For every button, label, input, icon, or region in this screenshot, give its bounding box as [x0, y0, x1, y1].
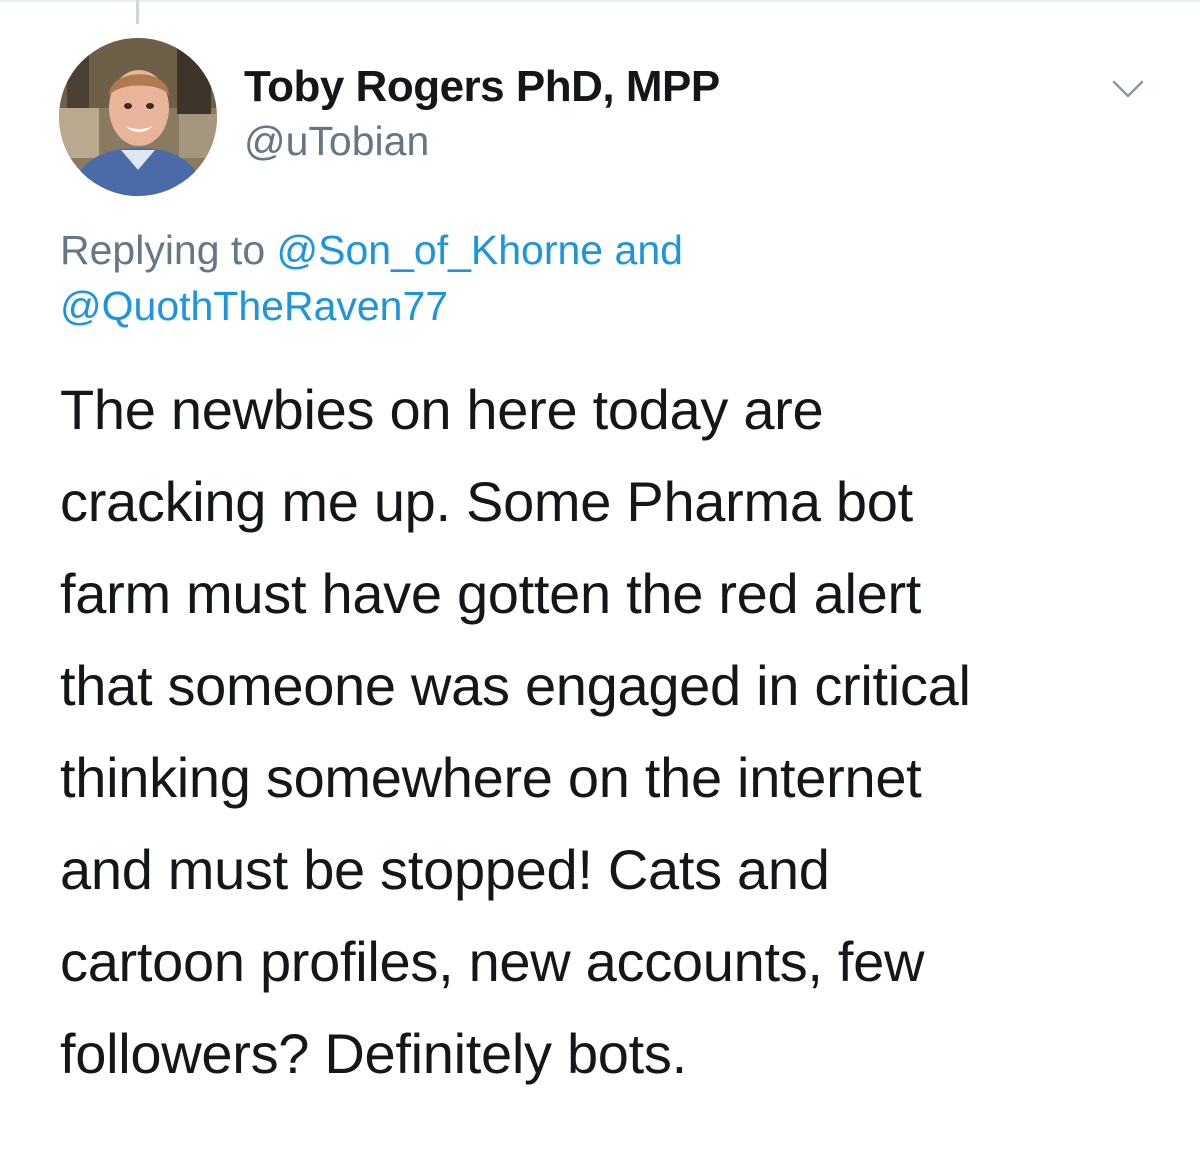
tweet-line: cartoon profiles, new accounts, few	[60, 930, 925, 993]
chevron-down-icon[interactable]	[1110, 74, 1146, 104]
tweet-line: followers? Definitely bots.	[60, 1022, 687, 1085]
avatar[interactable]	[59, 38, 217, 196]
reply-context: Replying to @Son_of_Khorne and @QuothThe…	[60, 222, 1160, 334]
tweet-line: farm must have gotten the red alert	[60, 562, 922, 625]
tweet-text: The newbies on here today are cracking m…	[60, 364, 1170, 1100]
reply-prefix: Replying to	[60, 227, 266, 273]
tweet-line: that someone was engaged in critical	[60, 654, 971, 717]
top-divider	[0, 0, 1200, 2]
tweet-line: cracking me up. Some Pharma bot	[60, 470, 913, 533]
tweet-line: thinking somewhere on the internet	[60, 746, 922, 809]
tweet-line: The newbies on here today are	[60, 378, 824, 441]
tweet-line: and must be stopped! Cats and	[60, 838, 830, 901]
reply-conjunction[interactable]: and	[615, 227, 683, 273]
author-display-name[interactable]: Toby Rogers PhD, MPP	[244, 62, 720, 112]
avatar-photo	[59, 38, 217, 196]
mention-link[interactable]: @Son_of_Khorne	[277, 227, 604, 273]
author-handle[interactable]: @uTobian	[244, 118, 429, 165]
thread-connector-line	[136, 0, 139, 24]
mention-link[interactable]: @QuothTheRaven77	[60, 283, 448, 329]
